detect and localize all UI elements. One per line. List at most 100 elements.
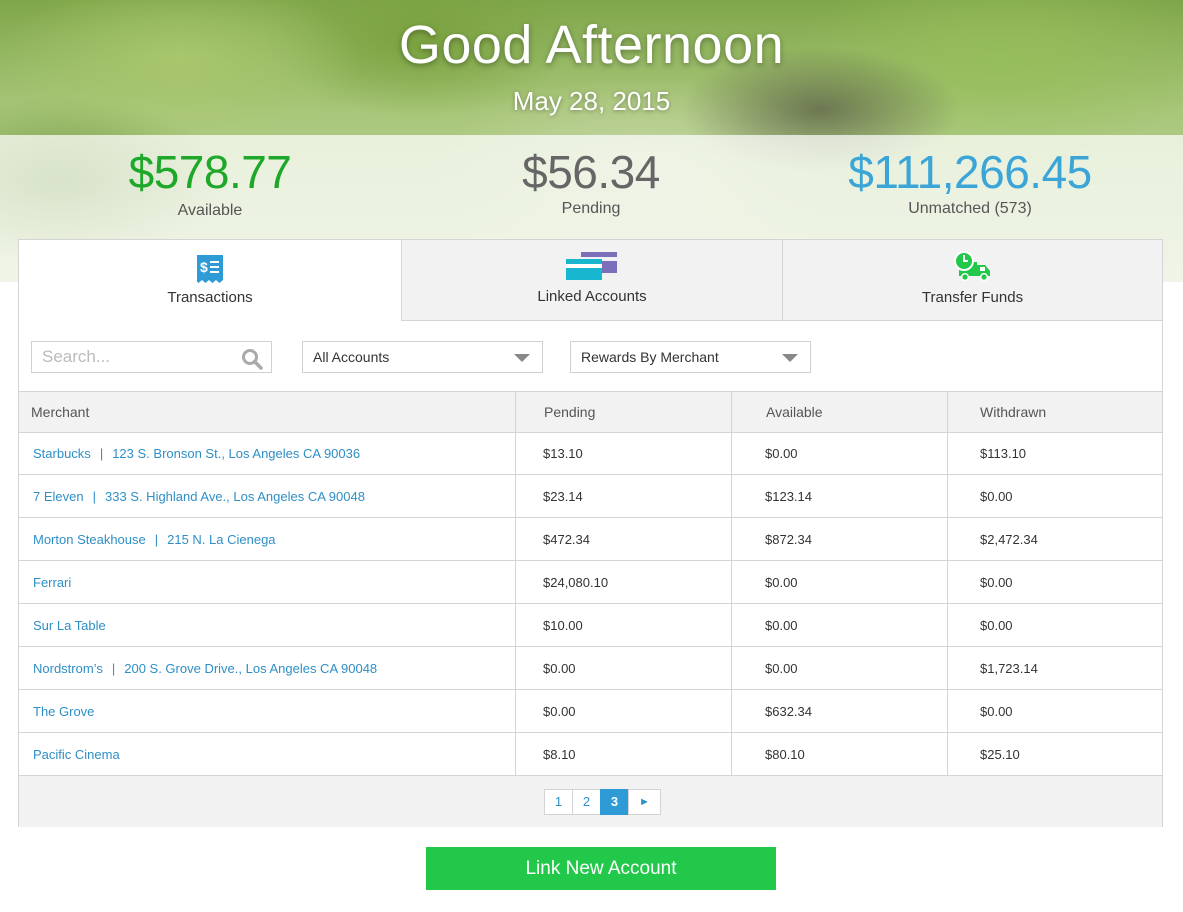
merchant-link[interactable]: Sur La Table <box>33 604 106 646</box>
cell-pending: $8.10 <box>543 746 576 762</box>
tab-transfer-funds[interactable]: Transfer Funds <box>782 240 1162 321</box>
merchant-link[interactable]: Pacific Cinema <box>33 733 120 775</box>
cell-pending: $10.00 <box>543 617 583 633</box>
cell-pending: $13.10 <box>543 446 583 461</box>
merchant-name: 7 Eleven <box>33 488 84 504</box>
cell-available: $123.14 <box>765 488 812 504</box>
tab-linked-accounts[interactable]: Linked Accounts <box>401 240 782 321</box>
table-row: Sur La Table $10.00 $0.00 $0.00 <box>19 604 1162 647</box>
available-amount: $578.77 <box>128 146 292 198</box>
unmatched-amount: $111,266.45 <box>848 146 1092 198</box>
merchant-name: The Grove <box>33 703 95 719</box>
cell-withdrawn: $113.10 <box>980 446 1027 461</box>
merchant-link[interactable]: Ferrari <box>33 561 71 603</box>
merchant-link[interactable]: 7 Eleven | 333 S. Highland Ave., Los Angel… <box>33 475 365 517</box>
table-row: Ferrari $24,080.10 $0.00 $0.00 <box>19 561 1162 604</box>
account-filter-value: All Accounts <box>313 349 390 365</box>
separator: | <box>154 531 159 547</box>
table-row: Starbucks | 123 S. Bronson St., Los Angele… <box>19 433 1162 475</box>
merchant-name: Pacific Cinema <box>33 746 120 762</box>
page-2-button[interactable]: 2 <box>572 789 601 815</box>
next-page-icon[interactable]: ► <box>628 789 661 815</box>
chevron-down-icon <box>514 354 530 362</box>
cell-pending: $0.00 <box>543 660 576 676</box>
unmatched-label: Unmatched (573) <box>908 200 1032 217</box>
merchant-link[interactable]: Morton Steakhouse | 215 N. La Cienega <box>33 518 276 560</box>
column-divider <box>731 391 732 775</box>
pending-label: Pending <box>561 200 621 217</box>
column-header-pending[interactable]: Pending <box>544 392 595 433</box>
cell-available: $872.34 <box>765 531 812 547</box>
merchant-name: Starbucks <box>33 446 91 461</box>
cell-available: $0.00 <box>765 660 798 676</box>
available-label: Available <box>177 202 243 219</box>
tab-transactions[interactable]: $ Transactions <box>19 240 401 321</box>
merchant-address: 200 S. Grove Drive., Los Angeles CA 9004… <box>124 660 378 676</box>
cell-available: $632.34 <box>765 703 812 719</box>
merchant-name: Ferrari <box>33 574 72 590</box>
main-card: $ Transactions Linked Accounts Transfer … <box>18 239 1163 827</box>
search-icon[interactable] <box>241 348 263 375</box>
tab-bar: $ Transactions Linked Accounts Transfer … <box>19 240 1162 321</box>
separator: | <box>92 488 96 504</box>
cards-icon <box>565 251 619 285</box>
tab-linked-accounts-label: Linked Accounts <box>537 288 647 305</box>
page-1-button[interactable]: 1 <box>544 789 573 815</box>
cell-pending: $23.14 <box>543 488 583 504</box>
pending-amount: $56.34 <box>522 146 660 198</box>
column-header-withdrawn[interactable]: Withdrawn <box>980 392 1046 433</box>
merchant-name: Morton Steakhouse <box>33 531 146 547</box>
cell-withdrawn: $0.00 <box>980 488 1013 504</box>
delivery-truck-clock-icon <box>953 251 993 287</box>
merchant-name: Nordstrom’s <box>33 660 103 676</box>
tab-transfer-funds-label: Transfer Funds <box>921 289 1024 306</box>
unmatched-balance: $111,266.45 Unmatched (573) <box>790 146 1150 218</box>
cell-withdrawn: $0.00 <box>980 617 1013 633</box>
separator: | <box>99 446 104 461</box>
chevron-down-icon <box>782 354 798 362</box>
table-row: Nordstrom’s | 200 S. Grove Drive., Los Ang… <box>19 647 1162 690</box>
tab-transactions-label: Transactions <box>167 289 253 306</box>
table-row: Pacific Cinema $8.10 $80.10 $25.10 <box>19 733 1162 775</box>
cell-withdrawn: $2,472.34 <box>980 531 1038 547</box>
table-row: The Grove $0.00 $632.34 $0.00 <box>19 690 1162 733</box>
available-balance: $578.77 Available <box>30 146 390 220</box>
cell-pending: $24,080.10 <box>543 574 609 590</box>
account-filter-select[interactable]: All Accounts <box>302 341 543 373</box>
cell-available: $0.00 <box>765 617 798 633</box>
column-divider <box>515 391 516 775</box>
page-3-button[interactable]: 3 <box>600 789 629 815</box>
rewards-filter-select[interactable]: Rewards By Merchant <box>570 341 811 373</box>
pagination-bar: 1 2 3 ► <box>19 775 1162 827</box>
column-header-merchant[interactable]: Merchant <box>31 392 89 433</box>
greeting-title: Good Afternoon <box>398 15 785 75</box>
cell-withdrawn: $1,723.14 <box>980 660 1038 676</box>
merchant-name: Sur La Table <box>33 617 106 633</box>
cell-pending: $472.34 <box>543 531 590 547</box>
svg-text:$: $ <box>200 259 208 275</box>
pagination: 1 2 3 ► <box>544 789 661 815</box>
merchant-link[interactable]: The Grove <box>33 690 94 732</box>
merchant-address: 215 N. La Cienega <box>167 531 276 547</box>
cell-available: $0.00 <box>765 446 798 461</box>
pending-balance: $56.34 Pending <box>411 146 771 218</box>
column-divider <box>947 391 948 775</box>
search-input[interactable] <box>32 342 232 372</box>
receipt-dollar-icon: $ <box>196 254 224 288</box>
cell-withdrawn: $25.10 <box>980 746 1020 762</box>
merchant-address: 333 S. Highland Ave., Los Angeles CA 900… <box>104 488 365 504</box>
search-box <box>31 341 272 373</box>
merchant-address: 123 S. Bronson St., Los Angeles CA 90036 <box>112 446 361 461</box>
merchant-link[interactable]: Starbucks | 123 S. Bronson St., Los Angele… <box>33 433 360 474</box>
column-header-available[interactable]: Available <box>766 392 823 433</box>
table-header: Merchant Pending Available Withdrawn <box>19 391 1162 433</box>
merchant-link[interactable]: Nordstrom’s | 200 S. Grove Drive., Los Ang… <box>33 647 377 689</box>
cell-withdrawn: $0.00 <box>980 574 1013 590</box>
separator: | <box>111 660 116 676</box>
cell-available: $0.00 <box>765 574 798 590</box>
cell-available: $80.10 <box>765 746 805 762</box>
table-row: 7 Eleven | 333 S. Highland Ave., Los Angel… <box>19 475 1162 518</box>
link-new-account-button[interactable]: Link New Account <box>426 847 776 890</box>
cell-pending: $0.00 <box>543 703 576 719</box>
rewards-filter-value: Rewards By Merchant <box>581 349 719 365</box>
